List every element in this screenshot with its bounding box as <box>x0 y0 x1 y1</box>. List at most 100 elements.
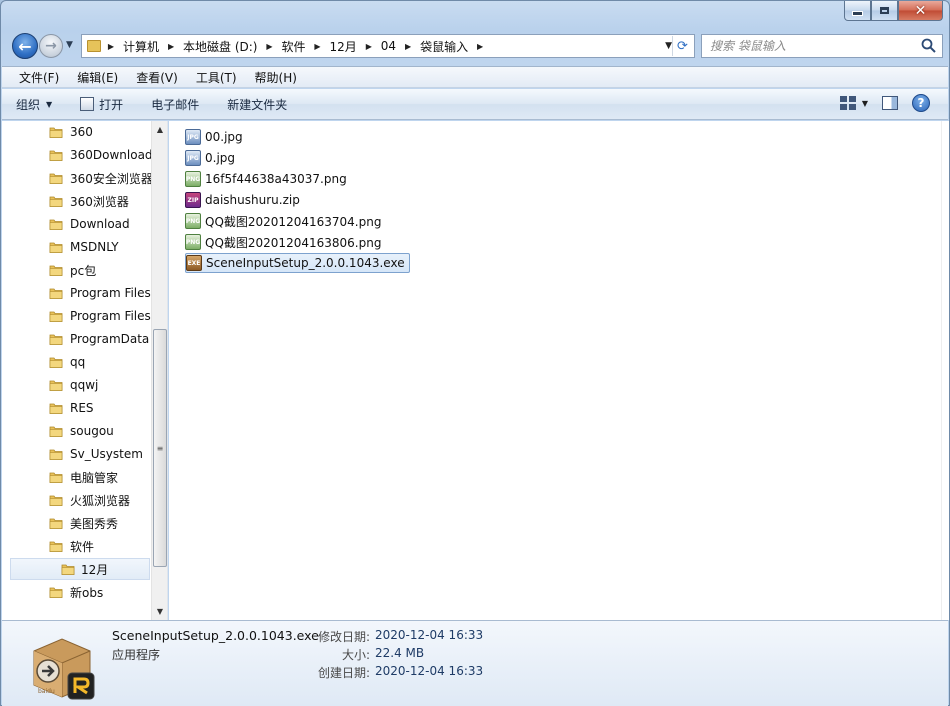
organize-button[interactable]: 组织 ▼ <box>16 96 52 113</box>
breadcrumb-item[interactable]: 12月 <box>328 38 359 55</box>
chevron-right-icon[interactable]: ▶ <box>359 42 379 51</box>
file-item[interactable]: EXE SceneInputSetup_2.0.0.1043.exe <box>185 253 410 273</box>
file-item[interactable]: JPG 0.jpg <box>185 148 235 168</box>
breadcrumb-item[interactable]: 04 <box>379 39 398 53</box>
chevron-right-icon[interactable]: ▶ <box>101 42 121 51</box>
menu-bar: 文件(F) 编辑(E) 查看(V) 工具(T) 帮助(H) <box>2 66 948 88</box>
new-folder-label: 新建文件夹 <box>227 97 288 112</box>
tree-item[interactable]: 360安全浏览器 <box>2 167 153 189</box>
tree-item[interactable]: ProgramData <box>2 328 152 350</box>
file-name: 0.jpg <box>205 151 236 165</box>
tree-item[interactable]: 360浏览器 <box>2 190 152 212</box>
modified-value[interactable]: 2020-12-04 16:33 <box>375 628 483 645</box>
breadcrumb-item[interactable]: 计算机 <box>121 38 161 55</box>
exe-file-icon: EXE <box>186 255 202 271</box>
menu-item[interactable]: 工具(T) <box>187 69 246 86</box>
scroll-down-button[interactable]: ▼ <box>152 603 167 620</box>
search-input[interactable] <box>702 35 912 57</box>
tree-item-label: 新obs <box>70 585 104 600</box>
folder-icon <box>49 585 63 599</box>
navigation-scrollbar[interactable]: ▲ ≡ ▼ <box>151 121 167 620</box>
file-item[interactable]: PNG 16f5f44638a43037.png <box>185 169 347 189</box>
tree-item[interactable]: pc包 <box>2 259 152 281</box>
new-folder-button[interactable]: 新建文件夹 <box>227 96 287 113</box>
scroll-up-button[interactable]: ▲ <box>152 121 167 138</box>
folder-icon <box>49 378 63 392</box>
tree-item[interactable]: RES <box>2 397 152 419</box>
file-item[interactable]: PNG QQ截图20201204163704.png <box>185 211 381 231</box>
address-history-dropdown[interactable]: ▼ <box>665 41 672 51</box>
tree-item-label: ProgramData <box>70 332 150 346</box>
tree-item[interactable]: 电脑管家 <box>2 466 152 488</box>
chevron-right-icon[interactable]: ▶ <box>398 42 418 51</box>
preview-pane-icon[interactable] <box>882 96 898 110</box>
folder-icon <box>87 40 101 52</box>
tree-item[interactable]: qqwj <box>2 374 152 396</box>
address-bar[interactable]: ▶ 计算机 ▶ 本地磁盘 (D:) ▶ 软件 ▶ 12月 ▶ 04 ▶ 袋鼠输入 ▶ ▼ ⟳ <box>81 34 695 58</box>
email-button[interactable]: 电子邮件 <box>151 96 199 113</box>
detail-modified: 修改日期: 2020-12-04 16:33 <box>282 628 483 645</box>
file-item[interactable]: PNG QQ截图20201204163806.png <box>185 232 381 252</box>
tree-item[interactable]: 360Download <box>2 144 153 166</box>
tree-item[interactable]: MSDNLY <box>2 236 152 258</box>
close-button[interactable]: ✕ <box>898 1 943 21</box>
tree-item[interactable]: 火狐浏览器 <box>2 489 152 511</box>
file-name: QQ截图20201204163806.png <box>205 235 382 250</box>
chevron-right-icon[interactable]: ▶ <box>161 42 181 51</box>
chevron-right-icon[interactable]: ▶ <box>470 42 490 51</box>
file-item[interactable]: JPG 00.jpg <box>185 127 243 147</box>
maximize-button[interactable] <box>871 1 898 21</box>
breadcrumb-item[interactable]: 本地磁盘 (D:) <box>181 38 259 55</box>
open-icon <box>80 97 95 111</box>
open-label: 打开 <box>99 97 124 112</box>
created-label: 创建日期: <box>317 666 370 680</box>
tree-item[interactable]: Program Files <box>2 282 152 304</box>
tree-item[interactable]: sougou <box>2 420 152 442</box>
minimize-button[interactable] <box>844 1 871 21</box>
menu-item[interactable]: 帮助(H) <box>246 69 306 86</box>
modified-label: 修改日期: <box>317 630 370 644</box>
refresh-button[interactable]: ⟳ <box>672 36 692 56</box>
tree-item-label: 360浏览器 <box>70 194 129 209</box>
tree-item[interactable]: 美图秀秀 <box>2 512 152 534</box>
tree-item[interactable]: qq <box>2 351 152 373</box>
png-file-icon: PNG <box>185 213 201 229</box>
file-list-edge <box>941 121 949 620</box>
tree-item[interactable]: Sv_Usystem <box>2 443 152 465</box>
change-view-button[interactable]: ▼ <box>839 96 868 110</box>
help-icon[interactable]: ? <box>912 94 930 112</box>
recent-pages-dropdown[interactable]: ▼ <box>66 40 76 50</box>
menu-item[interactable]: 编辑(E) <box>68 69 127 86</box>
scroll-thumb[interactable]: ≡ <box>153 329 167 567</box>
arrow-right-icon: → <box>45 38 57 54</box>
forward-button[interactable]: → <box>39 34 63 58</box>
folder-icon <box>49 539 63 553</box>
tree-item-label: RES <box>70 401 94 415</box>
command-bar: 组织 ▼ 打开 电子邮件 新建文件夹 ▼ ? <box>2 89 948 120</box>
tree-item[interactable]: Program Files <box>2 305 152 327</box>
detail-size: 大小: 22.4 MB <box>282 646 424 663</box>
organize-label: 组织 <box>16 97 41 112</box>
tree-item-label: pc包 <box>70 263 97 278</box>
folder-icon <box>49 240 63 254</box>
tree-item[interactable]: 软件 <box>2 535 152 557</box>
tree-item[interactable]: 360 <box>2 121 152 143</box>
tree-item[interactable]: 12月 <box>10 558 150 580</box>
tree-item-label: qq <box>70 355 86 369</box>
menu-item[interactable]: 文件(F) <box>10 69 68 86</box>
breadcrumb-item[interactable]: 袋鼠输入 <box>418 38 470 55</box>
tree-item[interactable]: Download <box>2 213 152 235</box>
view-icon <box>839 96 856 110</box>
search-icon[interactable] <box>920 37 938 55</box>
chevron-right-icon[interactable]: ▶ <box>259 42 279 51</box>
tree-item-label: Download <box>70 217 130 231</box>
close-icon: ✕ <box>914 2 927 19</box>
tree-item-label: MSDNLY <box>70 240 119 254</box>
menu-item[interactable]: 查看(V) <box>127 69 187 86</box>
back-button[interactable]: ← <box>12 33 38 59</box>
file-item[interactable]: ZIP daishushuru.zip <box>185 190 300 210</box>
tree-item[interactable]: 新obs <box>2 581 152 603</box>
breadcrumb-item[interactable]: 软件 <box>279 38 307 55</box>
open-button[interactable]: 打开 <box>80 96 123 113</box>
chevron-right-icon[interactable]: ▶ <box>308 42 328 51</box>
